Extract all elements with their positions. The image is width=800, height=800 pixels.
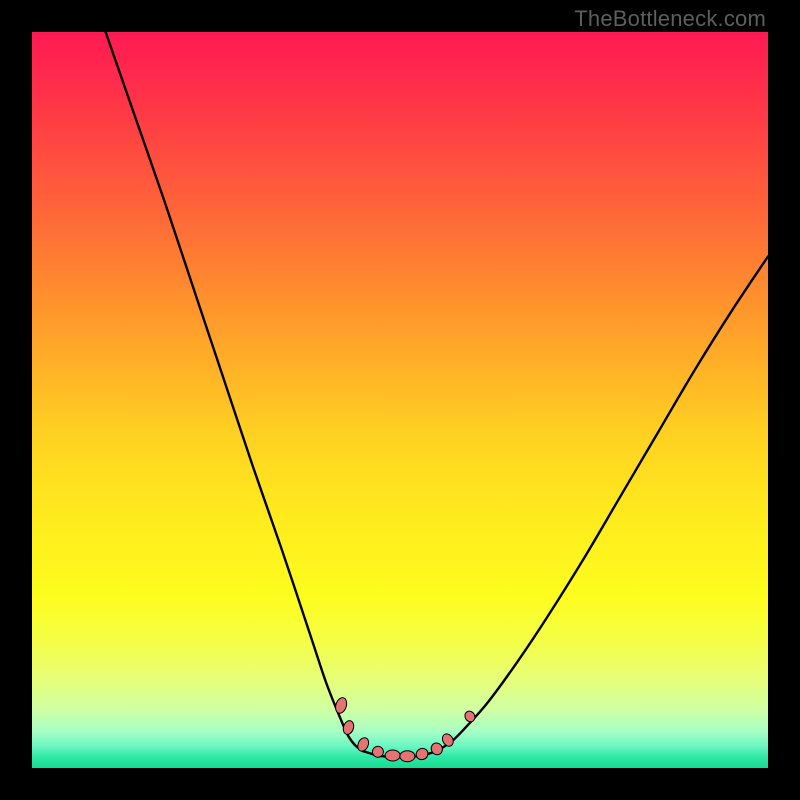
bottleneck-curve xyxy=(106,32,768,757)
trough-marker-4 xyxy=(385,750,400,761)
chart-plot-area xyxy=(32,32,768,768)
chart-svg xyxy=(32,32,768,768)
trough-marker-9 xyxy=(463,709,477,723)
trough-marker-2 xyxy=(356,736,371,753)
trough-marker-group xyxy=(334,696,477,761)
trough-marker-8 xyxy=(440,732,455,748)
trough-marker-0 xyxy=(334,696,349,714)
trough-marker-7 xyxy=(429,741,444,757)
trough-marker-5 xyxy=(400,751,415,762)
watermark-text: TheBottleneck.com xyxy=(574,6,766,32)
trough-marker-6 xyxy=(414,746,430,761)
trough-marker-1 xyxy=(342,719,356,735)
trough-marker-3 xyxy=(370,744,385,759)
chart-frame: TheBottleneck.com xyxy=(0,0,800,800)
